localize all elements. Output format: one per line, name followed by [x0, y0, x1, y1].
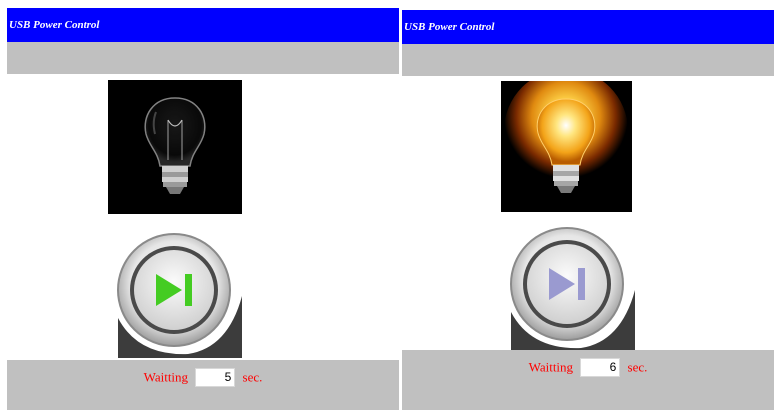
wait-row: Waitting 5 sec. [7, 368, 399, 387]
play-button[interactable] [108, 226, 242, 358]
wait-unit: sec. [242, 369, 263, 385]
usb-power-panel-right: USB Power Control Waitting 6 sec. [402, 10, 774, 410]
wait-label: Waitting [528, 359, 574, 375]
wait-row: Waitting 6 sec. [402, 358, 774, 377]
bulb-on-icon [501, 81, 632, 212]
status-bar: Waitting 6 sec. [402, 350, 774, 410]
panel-title: USB Power Control [402, 10, 774, 44]
wait-label: Waitting [143, 369, 189, 385]
toolbar-strip [7, 42, 399, 74]
panel-title: USB Power Control [7, 8, 399, 42]
play-button-disabled[interactable] [501, 220, 635, 352]
wait-unit: sec. [627, 359, 648, 375]
toolbar-strip [402, 44, 774, 76]
status-bar: Waitting 5 sec. [7, 360, 399, 410]
usb-power-panel-left: USB Power Control Waitting 5 sec. [7, 8, 399, 410]
wait-seconds-input[interactable]: 6 [580, 358, 621, 377]
wait-seconds-input[interactable]: 5 [195, 368, 236, 387]
bulb-off-icon [108, 80, 242, 214]
